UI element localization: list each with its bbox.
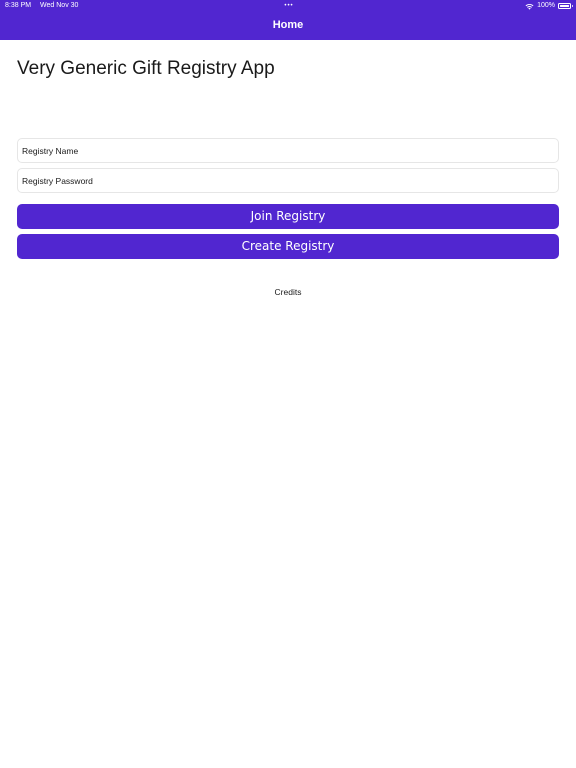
status-time: 8:38 PM xyxy=(5,2,32,9)
navigation-header: 8:38 PM Wed Nov 30 ••• 100% Home xyxy=(0,0,576,40)
wifi-icon xyxy=(525,3,534,10)
status-right: 100% xyxy=(525,0,573,12)
page-title: Very Generic Gift Registry App xyxy=(17,58,275,79)
registry-name-input[interactable] xyxy=(17,138,559,163)
credits-link[interactable]: Credits xyxy=(0,286,576,298)
battery-percentage: 100% xyxy=(537,2,555,9)
create-registry-button[interactable]: Create Registry xyxy=(17,234,559,259)
registry-password-input[interactable] xyxy=(17,168,559,193)
battery-level xyxy=(560,5,569,7)
battery-icon xyxy=(558,3,573,9)
status-left: 8:38 PM Wed Nov 30 xyxy=(5,0,85,12)
status-date: Wed Nov 30 xyxy=(40,2,79,9)
status-bar: 8:38 PM Wed Nov 30 ••• 100% xyxy=(0,0,576,12)
multitasking-dots[interactable]: ••• xyxy=(282,0,296,12)
nav-title: Home xyxy=(272,19,304,31)
join-registry-button[interactable]: Join Registry xyxy=(17,204,559,229)
